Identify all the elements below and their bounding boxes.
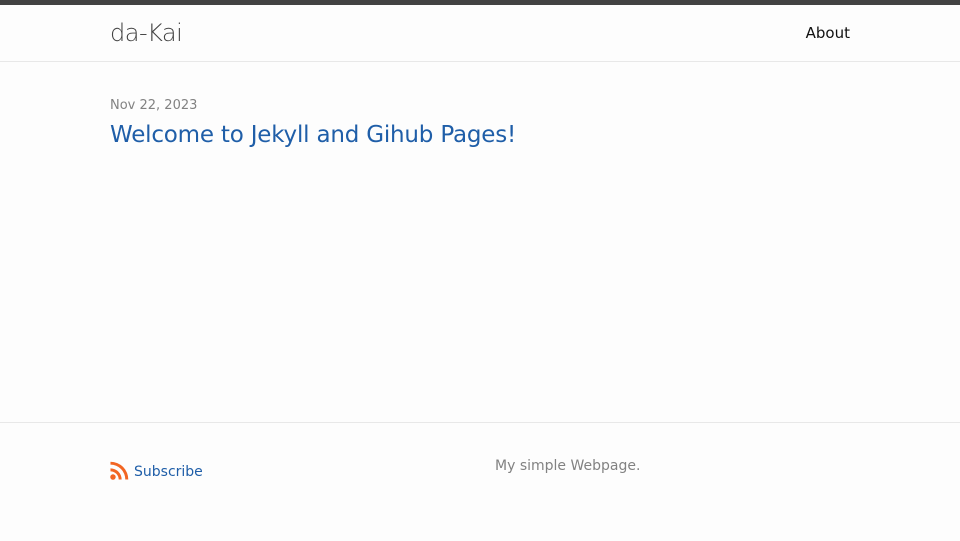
page-content: Nov 22, 2023 Welcome to Jekyll and Gihub…	[0, 62, 960, 422]
subscribe-link[interactable]: Subscribe	[110, 459, 203, 482]
footer-description: My simple Webpage.	[495, 458, 641, 474]
site-nav: About	[806, 23, 850, 43]
post-date: Nov 22, 2023	[110, 98, 198, 113]
rss-icon	[110, 461, 129, 480]
nav-link-about[interactable]: About	[806, 24, 850, 42]
post-title-link[interactable]: Welcome to Jekyll and Gihub Pages!	[110, 120, 516, 150]
site-title-link[interactable]: da-Kai	[110, 19, 183, 47]
site-header: da-Kai About	[0, 0, 960, 62]
subscribe-label: Subscribe	[134, 464, 203, 480]
site-footer: Subscribe My simple Webpage.	[0, 422, 960, 541]
